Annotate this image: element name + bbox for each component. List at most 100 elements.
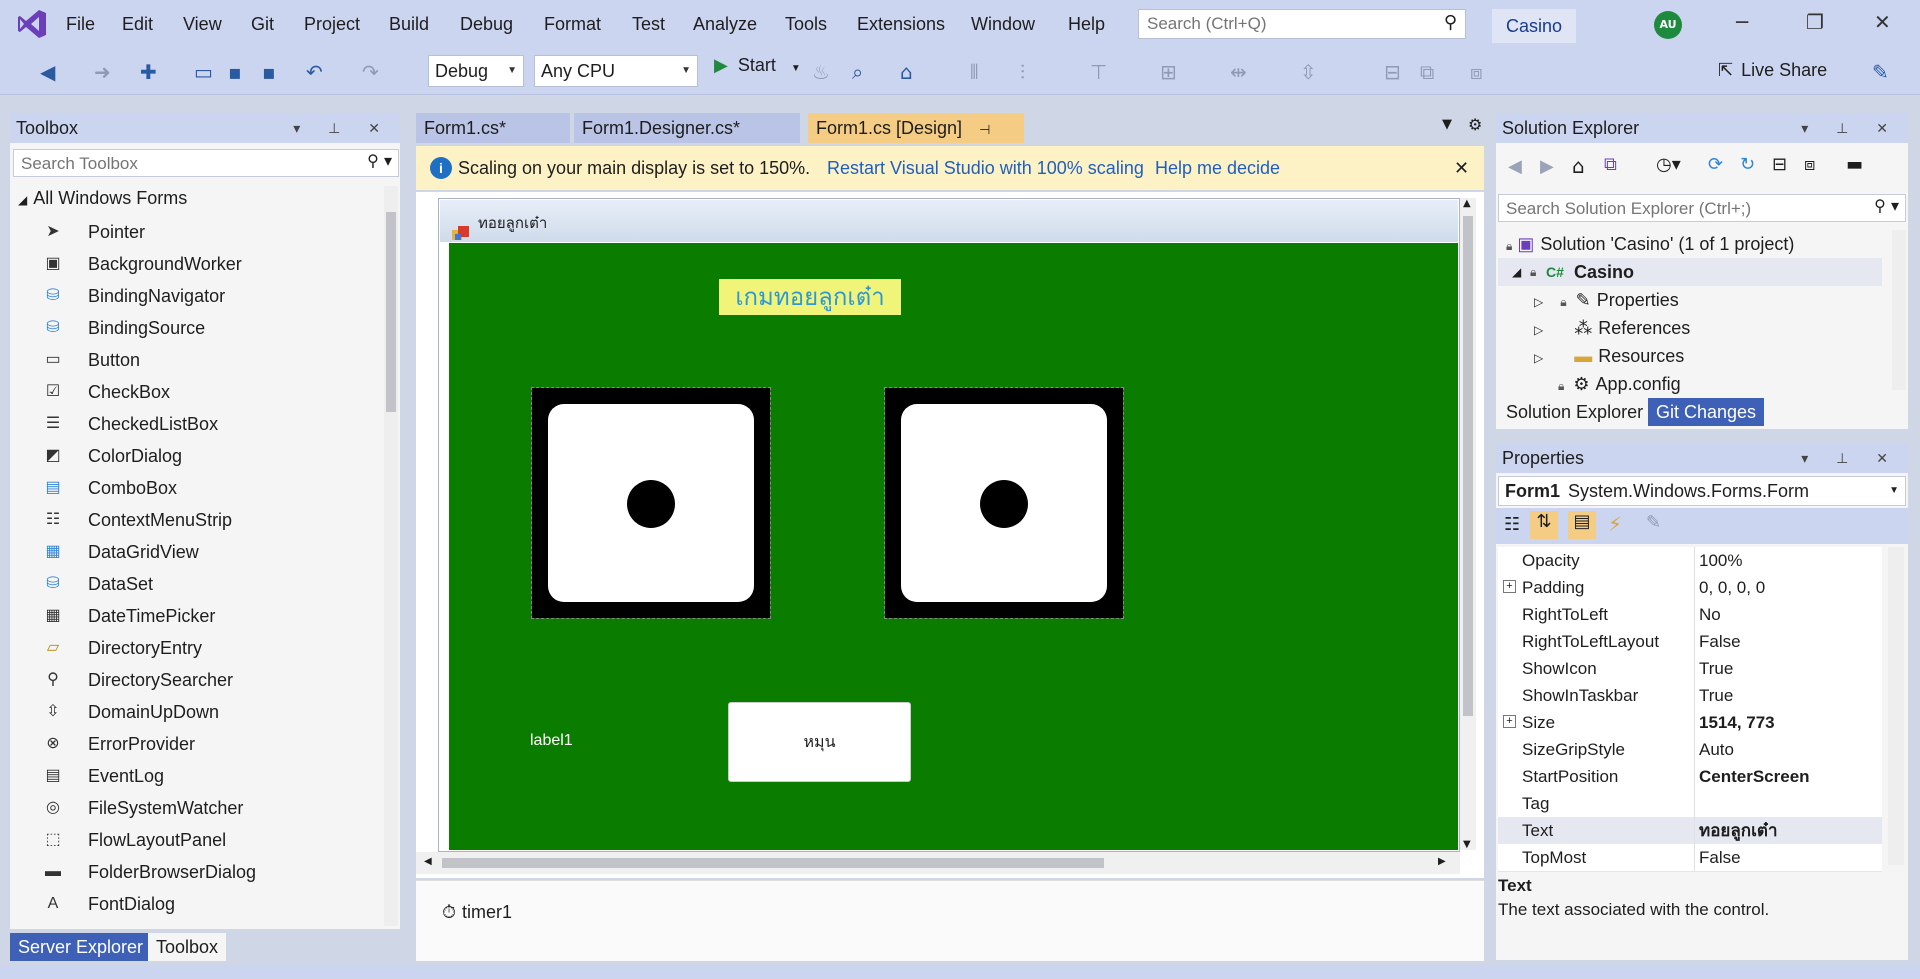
panel-controls[interactable]: ▾ ⊥ ✕ [1801, 443, 1900, 473]
toolbox-item-backgroundworker[interactable]: ▣ BackgroundWorker [10, 248, 380, 280]
property-value[interactable] [1694, 790, 1885, 817]
solution-explorer-search[interactable]: ⚲ ▾ [1498, 194, 1906, 222]
toolbox-item-bindingnavigator[interactable]: ⛁ BindingNavigator [10, 280, 380, 312]
menu-view[interactable]: View [183, 14, 222, 35]
forward-icon[interactable]: ▶ [1540, 156, 1554, 177]
search-box[interactable]: ⚲ [1138, 9, 1466, 39]
expand-plus-icon[interactable]: + [1503, 580, 1516, 593]
show-all-files-icon[interactable]: ⧈ [1804, 154, 1815, 175]
feedback-icon[interactable]: ✎ [1872, 60, 1889, 84]
toolbox-item-eventlog[interactable]: ▤ EventLog [10, 760, 380, 792]
property-value[interactable]: True [1694, 655, 1885, 682]
property-row-righttoleft[interactable]: RightToLeft No [1498, 601, 1882, 629]
menu-window[interactable]: Window [971, 14, 1035, 35]
configuration-dropdown[interactable]: Debug ▼ [428, 55, 524, 87]
toolbox-item-datetimepicker[interactable]: ▦ DateTimePicker [10, 600, 380, 632]
menu-edit[interactable]: Edit [122, 14, 153, 35]
forward-icon[interactable]: ➜ [94, 60, 111, 84]
menu-debug[interactable]: Debug [460, 14, 513, 35]
categorized-icon[interactable]: ☷ [1504, 514, 1520, 535]
bring-to-front-icon[interactable]: ⧉ [1420, 60, 1434, 84]
toolbox-item-fontdialog[interactable]: A FontDialog [10, 888, 380, 920]
toolbox-item-contextmenustrip[interactable]: ☷ ContextMenuStrip [10, 504, 380, 536]
property-row-text[interactable]: Text ทอยลูกเต๋า [1498, 817, 1882, 845]
solution-explorer-search-input[interactable] [1504, 198, 1858, 220]
property-row-topmost[interactable]: TopMost False [1498, 844, 1882, 872]
home-icon[interactable]: ⌂ [1572, 154, 1585, 178]
property-value[interactable]: True [1694, 682, 1885, 709]
toolbox-item-combobox[interactable]: ▤ ComboBox [10, 472, 380, 504]
property-row-opacity[interactable]: Opacity 100% [1498, 547, 1882, 575]
back-icon[interactable]: ◀ [1508, 156, 1522, 177]
toolbox-item-flowlayoutpanel[interactable]: ⬚ FlowLayoutPanel [10, 824, 380, 856]
redo-icon[interactable]: ↷ [362, 60, 379, 84]
property-value[interactable]: No [1694, 601, 1885, 628]
undo-icon[interactable]: ↶ [306, 60, 323, 84]
toolbox-item-datagridview[interactable]: ▦ DataGridView [10, 536, 380, 568]
property-value[interactable]: CenterScreen [1694, 763, 1885, 790]
tree-node-properties[interactable]: ▷ 🔒︎ ✎ Properties [1534, 286, 1679, 314]
toolbox-item-bindingsource[interactable]: ⛁ BindingSource [10, 312, 380, 344]
menu-tools[interactable]: Tools [785, 14, 827, 35]
minimize-icon[interactable]: ─ [1736, 10, 1748, 34]
panel-controls[interactable]: ▾ ⊥ ✕ [293, 113, 392, 143]
align-tops-icon[interactable]: ⊤ [1090, 60, 1107, 84]
property-value[interactable]: Auto [1694, 736, 1885, 763]
timer1-component[interactable]: ⏱ timer1 [442, 902, 512, 923]
vertical-spacing-icon[interactable]: ⇳ [1300, 60, 1317, 84]
game-title-label[interactable]: เกมทอยลูกเต๋า [719, 279, 901, 315]
tab-form1-cs-design[interactable]: Form1.cs [Design] ⊣ ✕ [808, 113, 1024, 170]
hot-reload-icon[interactable]: ♨ [812, 60, 830, 84]
align-centers-icon[interactable]: ⫶ [1020, 60, 1025, 84]
die-right-picturebox[interactable] [884, 387, 1124, 619]
menu-file[interactable]: File [66, 14, 95, 35]
tree-node-app-config[interactable]: 🔒︎ ⚙ App.config [1558, 370, 1681, 398]
close-infobar-icon[interactable]: ✕ [1454, 146, 1469, 190]
property-value[interactable]: False [1694, 844, 1885, 871]
toolbox-item-dataset[interactable]: ⛁ DataSet [10, 568, 380, 600]
tab-toolbox[interactable]: Toolbox [148, 933, 227, 961]
tab-form1-cs[interactable]: Form1.cs* [416, 113, 570, 143]
spin-button[interactable]: หมุน [728, 702, 911, 782]
save-all-icon[interactable]: ▪ [262, 60, 276, 84]
scroll-right-icon[interactable]: ▶ [1438, 856, 1446, 867]
tab-git-changes[interactable]: Git Changes [1648, 398, 1765, 426]
tab-form1-designer-cs[interactable]: Form1.Designer.cs* [574, 113, 800, 143]
center-horizontally-icon[interactable]: ⊟ [1384, 60, 1401, 84]
property-row-showintaskbar[interactable]: ShowInTaskbar True [1498, 682, 1882, 710]
property-row-sizegripstyle[interactable]: SizeGripStyle Auto [1498, 736, 1882, 764]
horizontal-spacing-icon[interactable]: ⇹ [1230, 60, 1247, 84]
collapse-all-icon[interactable]: ⊟ [1772, 154, 1787, 175]
refresh-icon[interactable]: ↻ [1740, 154, 1755, 175]
live-share-button[interactable]: ⇱ Live Share [1718, 60, 1827, 81]
property-row-showicon[interactable]: ShowIcon True [1498, 655, 1882, 683]
tree-node-solution[interactable]: 🔒︎ ▣ Solution 'Casino' (1 of 1 project) [1506, 230, 1794, 258]
tab-solution-explorer[interactable]: Solution Explorer [1498, 398, 1652, 426]
toolbox-item-pointer[interactable]: ➤ Pointer [10, 216, 380, 248]
designer-horizontal-scroll-thumb[interactable] [442, 858, 1104, 868]
restore-icon[interactable]: ❐ [1806, 10, 1824, 34]
menu-analyze[interactable]: Analyze [693, 14, 757, 35]
properties-scrollbar[interactable] [1888, 547, 1904, 865]
tree-node-resources[interactable]: ▷ ▬ Resources [1534, 342, 1684, 370]
events-lightning-icon[interactable]: ⚡ [1608, 512, 1622, 536]
menu-format[interactable]: Format [544, 14, 601, 35]
property-value[interactable]: 1514, 773 [1694, 709, 1885, 736]
property-row-padding[interactable]: + Padding 0, 0, 0, 0 [1498, 574, 1882, 602]
toolbox-item-domainupdown[interactable]: ⇳ DomainUpDown [10, 696, 380, 728]
property-pages-wrench-icon[interactable]: ✎ [1646, 512, 1661, 533]
toolbox-group-header[interactable]: ◢ All Windows Forms [18, 188, 187, 209]
panel-controls[interactable]: ▾ ⊥ ✕ [1801, 113, 1900, 143]
tree-node-references[interactable]: ▷ ⁂ References [1534, 314, 1690, 342]
tree-node-project[interactable]: ◢ 🔒︎ C# Casino [1498, 258, 1882, 286]
make-same-size-icon[interactable]: ⊞ [1160, 60, 1177, 84]
toolbox-item-filesystemwatcher[interactable]: ◎ FileSystemWatcher [10, 792, 380, 824]
toolbox-item-checkedlistbox[interactable]: ☰ CheckedListBox [10, 408, 380, 440]
property-row-startposition[interactable]: StartPosition CenterScreen [1498, 763, 1882, 791]
property-value[interactable]: 100% [1694, 547, 1885, 574]
tab-overflow-icon[interactable]: ▼ [1442, 117, 1452, 132]
designer-vertical-scroll-thumb[interactable] [1463, 216, 1473, 716]
sync-icon[interactable]: ⟳ [1708, 154, 1723, 175]
property-row-righttoleftlayout[interactable]: RightToLeftLayout False [1498, 628, 1882, 656]
align-lefts-icon[interactable]: ⫴ [970, 60, 978, 84]
